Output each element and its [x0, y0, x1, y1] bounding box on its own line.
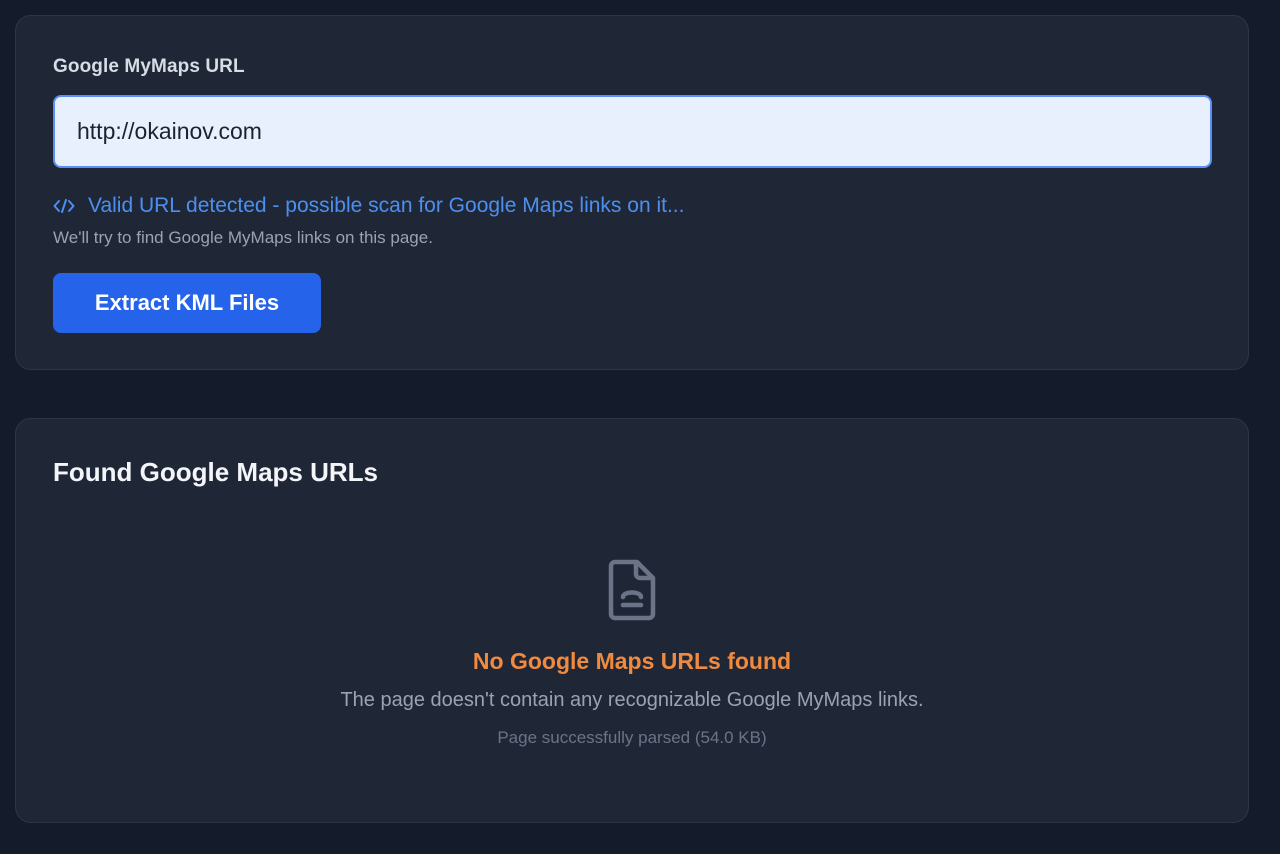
empty-state-title: No Google Maps URLs found: [472, 648, 792, 674]
parse-status: Page successfully parsed (54.0 KB): [497, 728, 767, 747]
extract-kml-button[interactable]: Extract KML Files: [53, 273, 321, 333]
results-title: Found Google Maps URLs: [53, 457, 378, 487]
document-icon: [607, 559, 657, 621]
status-text: Valid URL detected - possible scan for G…: [88, 194, 685, 217]
empty-state-description: The page doesn't contain any recognizabl…: [340, 689, 924, 711]
empty-state: No Google Maps URLs found The page doesn…: [16, 559, 1248, 748]
url-form-card: Google MyMaps URL Valid URL detected - p…: [15, 15, 1249, 370]
url-status-message: Valid URL detected - possible scan for G…: [53, 194, 684, 218]
url-field-label: Google MyMaps URL: [53, 56, 245, 77]
url-input[interactable]: [53, 95, 1212, 168]
results-card: Found Google Maps URLs No Google Maps UR…: [15, 418, 1249, 823]
code-icon: [53, 195, 75, 217]
helper-text: We'll try to find Google MyMaps links on…: [53, 228, 433, 247]
